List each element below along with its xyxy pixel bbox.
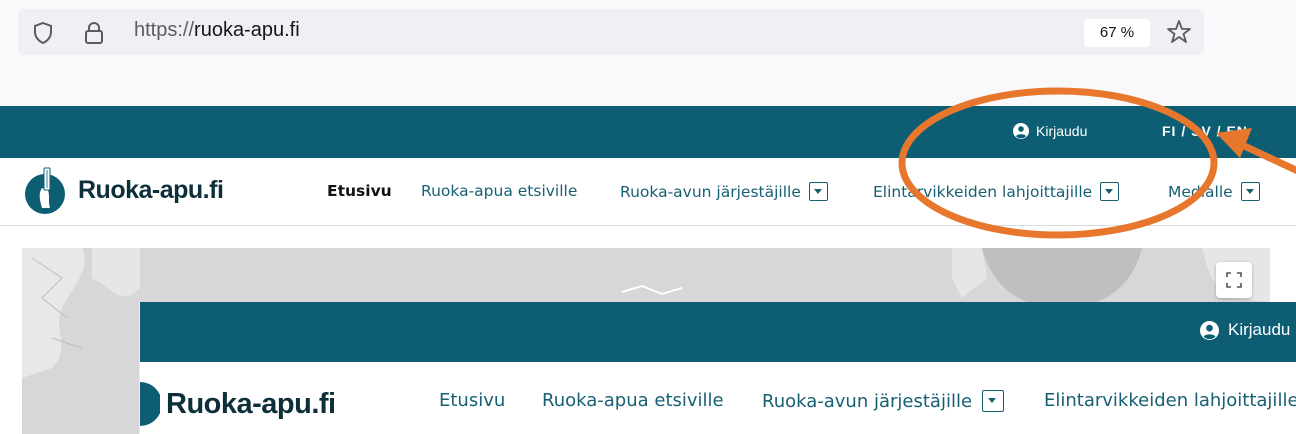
nav-label: Etusivu: [327, 182, 392, 200]
fullscreen-button[interactable]: [1216, 262, 1252, 298]
inset-brand-name: Ruoka-apu.fi: [166, 387, 336, 420]
lock-icon[interactable]: [84, 21, 104, 45]
browser-toolbar: https://ruoka-apu.fi 67 %: [0, 0, 1296, 106]
inset-nav-item-jarjestajille[interactable]: Ruoka-avun järjestäjille: [762, 390, 1005, 412]
user-circle-icon: [1200, 320, 1219, 340]
zoomed-inset: Kirjaudu Ruoka-apu.fi Etusivu Ruoka-apua…: [140, 302, 1296, 434]
nav-item-etusivu[interactable]: Etusivu: [327, 182, 392, 200]
nav-item-ruoka-apua-etsiville[interactable]: Ruoka-apua etsiville: [421, 182, 577, 200]
inset-login-label: Kirjaudu: [1228, 320, 1291, 339]
nav-item-jarjestajille[interactable]: Ruoka-avun järjestäjille: [620, 182, 828, 201]
dropdown-icon[interactable]: [982, 390, 1005, 412]
nav-label: Elintarvikkeiden lahjoittajille: [873, 182, 1093, 201]
nav-label: Ruoka-avun järjestäjille: [762, 390, 973, 412]
user-circle-icon: [1013, 123, 1029, 139]
logo-icon: [25, 167, 65, 214]
url-host: ruoka-apu.fi: [194, 19, 300, 41]
nav-label: Medialle: [1168, 182, 1233, 201]
site-top-bar: Kirjaudu FI / SV / EN: [0, 106, 1296, 158]
nav-label: Etusivu: [439, 390, 506, 411]
shield-icon[interactable]: [32, 21, 54, 45]
nav-label: Ruoka-apua etsiville: [542, 390, 724, 411]
inset-site-logo[interactable]: Ruoka-apu.fi: [140, 382, 336, 426]
nav-label: Ruoka-apua etsiville: [421, 182, 578, 200]
star-icon[interactable]: [1166, 19, 1192, 45]
dropdown-icon[interactable]: [1240, 182, 1260, 201]
nav-label: Elintarvikkeiden lahjoittajille: [1044, 390, 1296, 411]
login-link[interactable]: Kirjaudu: [1013, 123, 1087, 139]
inset-login-link[interactable]: Kirjaudu: [1200, 320, 1290, 340]
url-text[interactable]: https://ruoka-apu.fi: [134, 19, 300, 42]
login-label: Kirjaudu: [1036, 123, 1088, 139]
nav-item-lahjoittajille[interactable]: Elintarvikkeiden lahjoittajille: [873, 182, 1120, 201]
nav-item-medialle[interactable]: Medialle: [1168, 182, 1260, 201]
address-bar[interactable]: https://ruoka-apu.fi 67 %: [18, 9, 1204, 55]
site-nav: Ruoka-apu.fi Etusivu Ruoka-apua etsivill…: [0, 158, 1296, 226]
url-prefix: https://: [134, 19, 195, 41]
fullscreen-icon: [1226, 272, 1242, 288]
dropdown-icon[interactable]: [1100, 182, 1120, 201]
inset-nav-item-etusivu[interactable]: Etusivu: [439, 390, 505, 411]
inset-nav-item-lahjoittajille[interactable]: Elintarvikkeiden lahjoittajille: [1044, 390, 1296, 411]
inset-top-bar: Kirjaudu: [140, 302, 1296, 362]
site-logo[interactable]: Ruoka-apu.fi: [18, 164, 224, 216]
inset-nav-item-ruoka-apua-etsiville[interactable]: Ruoka-apua etsiville: [542, 390, 724, 411]
dropdown-icon[interactable]: [808, 182, 828, 201]
nav-label: Ruoka-avun järjestäjille: [620, 182, 801, 201]
language-switcher[interactable]: FI / SV / EN: [1162, 123, 1248, 139]
logo-icon: [140, 382, 160, 426]
brand-name: Ruoka-apu.fi: [78, 175, 224, 204]
zoom-indicator[interactable]: 67 %: [1084, 19, 1150, 47]
